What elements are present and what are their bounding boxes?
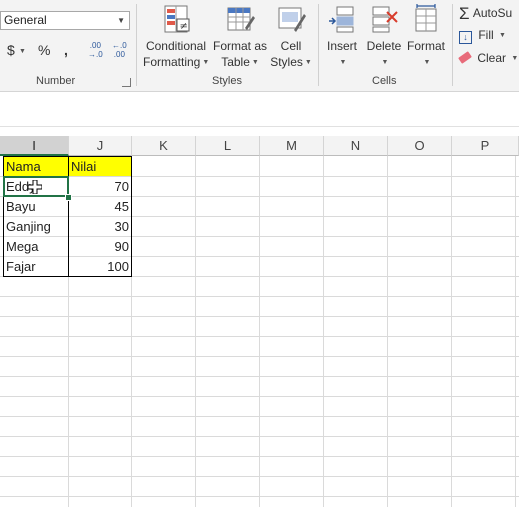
autosum-label: AutoSu [472,6,513,20]
cell-value[interactable]: 90 [69,237,131,257]
percent-button[interactable]: % [38,42,50,58]
format-cells-icon [415,4,437,32]
cell-styles-label-1: Cell [280,39,302,53]
number-format-combo[interactable]: General ▼ [0,11,130,30]
cell-value[interactable]: 45 [69,197,131,217]
insert-button[interactable]: Insert ▼ [323,4,361,71]
column-header-l[interactable]: L [196,136,260,156]
comma-style-button[interactable]: , [64,42,68,58]
currency-dropdown-icon[interactable]: ▼ [19,48,26,55]
increase-decimal-top: .00 [89,41,101,50]
column-header-k[interactable]: K [132,136,196,156]
cell-value[interactable]: 100 [69,257,131,277]
column-header-p[interactable]: P [452,136,519,156]
conditional-formatting-icon: ≠ [164,5,190,33]
cells-group-label: Cells [372,75,397,87]
divider [0,126,519,127]
conditional-formatting-label-1: Conditional [145,39,207,53]
insert-label: Insert [326,39,357,53]
delete-cells-icon [372,6,398,33]
cell-name[interactable]: Fajar [4,257,68,277]
decrease-decimal-button[interactable]: ←.0 .00 [112,41,127,59]
conditional-formatting-label-2: Formatting [143,55,201,69]
column-header-m[interactable]: M [260,136,324,156]
ribbon: General ▼ $ ▼ % , .00 →.0 ←.0 .00 Number… [0,0,519,92]
formula-bar-area [0,92,519,137]
fill-button[interactable]: ↓ Fill ▼ [459,28,506,44]
delete-button[interactable]: Delete ▼ [365,4,403,71]
column-header-i[interactable]: I [0,136,69,156]
format-as-table-label-1: Format as [212,39,267,53]
column-header-n[interactable]: N [324,136,388,156]
clear-button[interactable]: Clear ▼ [458,51,519,65]
chevron-down-icon: ▼ [381,58,389,66]
group-divider [136,4,137,86]
dialog-launcher-icon[interactable] [122,78,131,87]
number-group-label: Number [36,75,76,87]
cell-name[interactable]: Bayu [4,197,68,217]
cell-styles-button[interactable]: Cell Styles ▼ [270,4,312,71]
increase-decimal-button[interactable]: .00 →.0 [88,41,103,59]
chevron-down-icon: ▼ [202,58,210,66]
clear-label: Clear [477,51,507,65]
cell-styles-label-2: Styles [270,55,303,69]
cell-value[interactable]: 30 [69,217,131,237]
chevron-down-icon: ▼ [511,55,519,63]
format-as-table-button[interactable]: Format as Table ▼ [211,4,269,71]
conditional-formatting-button[interactable]: ≠ Conditional Formatting ▼ [143,4,209,71]
cell-styles-icon [278,7,306,32]
decrease-decimal-top: ←.0 [112,41,127,50]
chevron-down-icon: ▼ [117,16,125,25]
chevron-down-icon: ▼ [423,58,431,66]
eraser-icon [458,51,472,64]
decrease-decimal-bottom: .00 [113,50,125,59]
chevron-down-icon: ▼ [304,58,312,66]
cell-value[interactable]: 70 [69,177,131,197]
insert-cells-icon [329,6,354,33]
header-cell-nilai[interactable]: Nilai [69,157,131,177]
fill-down-icon: ↓ [459,31,472,44]
column-header-o[interactable]: O [388,136,452,156]
chevron-down-icon: ▼ [339,58,347,66]
currency-button[interactable]: $ [7,42,15,58]
cell-name[interactable]: Mega [4,237,68,257]
delete-label: Delete [366,39,402,53]
header-cell-nama[interactable]: Nama [4,157,68,177]
group-divider [318,4,319,86]
fill-label: Fill [478,28,494,42]
group-divider [452,4,453,86]
chevron-down-icon: ▼ [499,32,506,40]
sigma-icon: Σ [459,4,470,23]
fill-handle[interactable] [65,194,72,201]
column-header-j[interactable]: J [69,136,132,156]
chevron-down-icon: ▼ [251,58,259,66]
increase-decimal-bottom: →.0 [88,50,103,59]
svg-text:≠: ≠ [180,21,188,32]
format-as-table-icon [227,7,255,31]
cell-name[interactable]: Ganjing [4,217,68,237]
format-button[interactable]: Format ▼ [405,4,447,71]
format-label: Format [406,39,445,53]
autosum-button[interactable]: Σ AutoSu [459,4,512,24]
format-as-table-label-2: Table [221,55,250,69]
styles-group-label: Styles [212,75,242,87]
number-format-value: General [4,13,47,27]
cell-cursor-icon [28,180,42,194]
